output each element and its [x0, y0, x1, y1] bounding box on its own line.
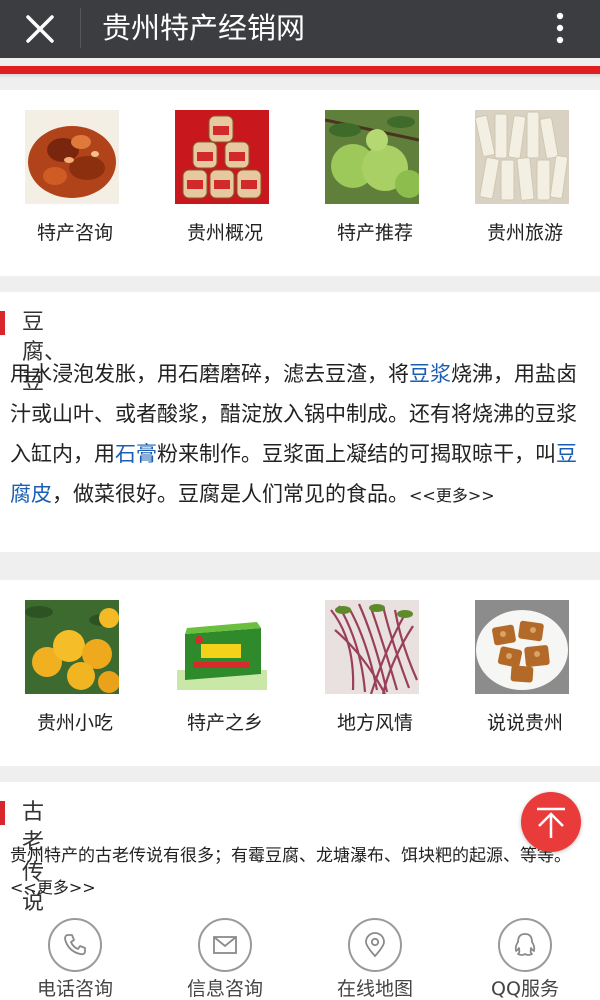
grid-item-guizhou-snacks[interactable]: 贵州小吃 [0, 580, 150, 766]
section-title-bar [0, 311, 5, 335]
grid-item-guizhou-travel[interactable]: 贵州旅游 [450, 90, 600, 276]
page-title: 贵州特产经销网 [102, 11, 306, 45]
grid-item-specialty-consult[interactable]: 特产咨询 [0, 90, 150, 276]
grid-label: 说说贵州 [486, 712, 563, 734]
qq-penguin-icon [498, 918, 552, 972]
more-link[interactable]: <<更多>> [409, 486, 495, 505]
nav-qq-service[interactable]: QQ服务 [450, 912, 600, 1000]
nav-label: QQ服务 [491, 978, 559, 1000]
more-vertical-icon[interactable] [548, 9, 572, 49]
grid-label: 特产咨询 [36, 222, 113, 244]
body-text: ，做菜很好。豆腐是人们常见的食品。 [52, 482, 409, 506]
nav-label: 信息咨询 [186, 978, 263, 1000]
link-shigao[interactable]: 石膏 [115, 442, 157, 466]
grid-label: 贵州概况 [186, 222, 263, 244]
oranges-image [25, 600, 119, 694]
body-text: 粉来制作。豆浆面上凝结的可揭取晾干，叫 [157, 442, 556, 466]
grid-label: 贵州小吃 [36, 712, 113, 734]
article-section-legends: 古老传说 贵州特产的古老传说有很多；有霉豆腐、龙塘瀑布、饵块粑的起源、等等。<<… [0, 782, 600, 915]
shadow-line [0, 74, 600, 78]
grid-item-specialty-recommend[interactable]: 特产推荐 [300, 90, 450, 276]
section-title-bar [0, 801, 5, 825]
phone-icon [48, 918, 102, 972]
nav-online-map[interactable]: 在线地图 [300, 912, 450, 1000]
rice-noodles-image [475, 110, 569, 204]
grid-label: 特产之乡 [186, 712, 263, 734]
body-text: 贵州特产的古老传说有很多；有霉豆腐、龙塘瀑布、饵块粑的起源、等等。 [10, 846, 571, 866]
nav-label: 在线地图 [336, 978, 413, 1000]
grid-item-guizhou-overview[interactable]: 贵州概况 [150, 90, 300, 276]
bottom-nav: 电话咨询 信息咨询 在线地图 QQ服务 [0, 912, 600, 1000]
section-body: 贵州特产的古老传说有很多；有霉豆腐、龙塘瀑布、饵块粑的起源、等等。 <<更多>> [10, 840, 585, 904]
top-bar: 贵州特产经销网 [0, 0, 600, 58]
grid-item-specialty-hometown[interactable]: 特产之乡 [150, 580, 300, 766]
article-section-tofu: 豆腐、豆 用水浸泡发胀，用石磨磨碎，滤去豆渣，将豆浆烧沸，用盐卤汁或山叶、或者酸… [0, 292, 600, 552]
back-to-top-button[interactable] [521, 792, 581, 852]
body-text: 用水浸泡发胀，用石磨磨碎，滤去豆渣，将 [10, 362, 409, 386]
map-pin-icon [348, 918, 402, 972]
red-stems-image [325, 600, 419, 694]
more-link[interactable]: <<更多>> [10, 878, 96, 897]
grid-item-talk-guizhou[interactable]: 说说贵州 [450, 580, 600, 766]
category-grid-1: 特产咨询 贵州概况 特产推荐 贵州旅游 [0, 90, 600, 276]
header-divider [80, 8, 81, 48]
gift-box-image [175, 600, 269, 694]
section-body: 用水浸泡发胀，用石磨磨碎，滤去豆渣，将豆浆烧沸，用盐卤汁或山叶、或者酸浆，醋淀放… [10, 354, 585, 516]
nav-message-consult[interactable]: 信息咨询 [150, 912, 300, 1000]
category-grid-2: 贵州小吃 特产之乡 地方风情 说说贵州 [0, 580, 600, 766]
nav-label: 电话咨询 [36, 978, 113, 1000]
grid-label: 地方风情 [336, 712, 413, 734]
link-doujiang[interactable]: 豆浆 [409, 362, 451, 386]
nav-phone-consult[interactable]: 电话咨询 [0, 912, 150, 1000]
walnut-candy-image [475, 600, 569, 694]
grid-label: 贵州旅游 [486, 222, 563, 244]
grid-item-local-customs[interactable]: 地方风情 [300, 580, 450, 766]
envelope-icon [198, 918, 252, 972]
arrow-up-icon [537, 807, 565, 838]
braised-pork-image [25, 110, 119, 204]
pomelo-image [325, 110, 419, 204]
close-icon[interactable] [18, 9, 62, 49]
grid-label: 特产推荐 [336, 222, 413, 244]
accent-line [0, 66, 600, 74]
jars-image [175, 110, 269, 204]
